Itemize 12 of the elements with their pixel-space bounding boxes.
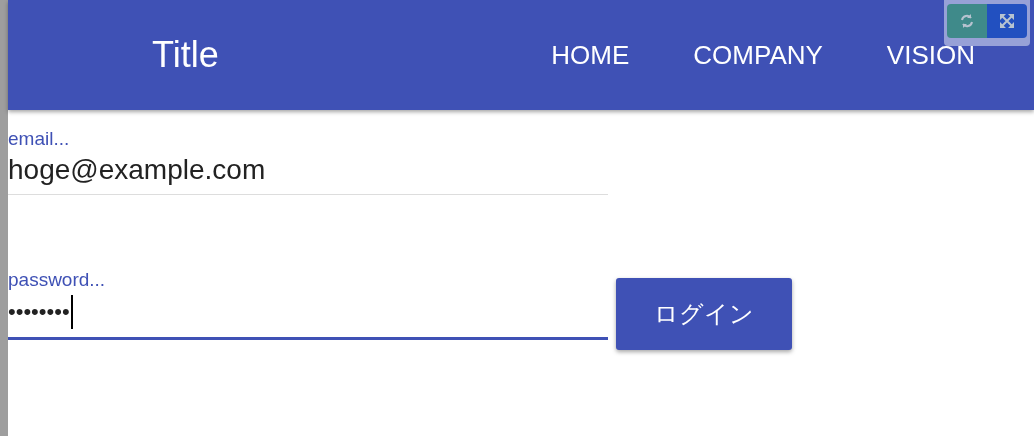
refresh-icon[interactable] bbox=[947, 4, 987, 38]
nav-link[interactable]: HOME bbox=[551, 39, 630, 71]
field-label: password... bbox=[8, 269, 106, 291]
text-cursor bbox=[70, 295, 73, 329]
nav-link[interactable]: VISION bbox=[886, 39, 975, 71]
app-title: Title bbox=[152, 34, 219, 76]
input-field[interactable]: •••••••• bbox=[8, 291, 608, 340]
login-button[interactable]: ログイン bbox=[616, 278, 792, 350]
nav-link[interactable]: COMPANY bbox=[693, 39, 823, 71]
field-label: email... bbox=[8, 128, 70, 150]
input-field[interactable]: hoge@example.com bbox=[8, 150, 608, 195]
expand-icon[interactable] bbox=[987, 4, 1027, 38]
